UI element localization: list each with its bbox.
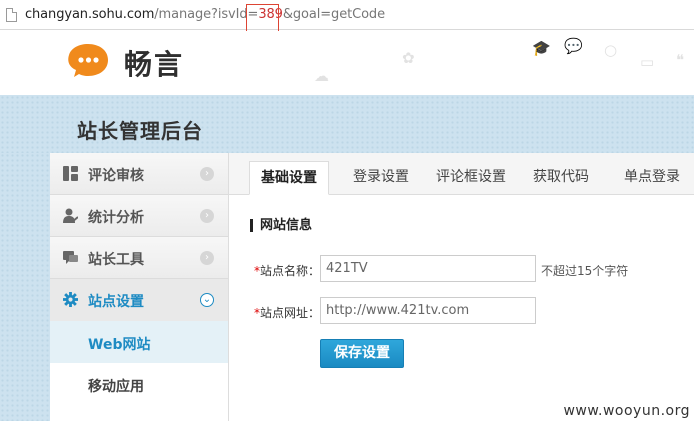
chevron-down-icon: ⌄: [200, 293, 214, 307]
chevron-right-icon: ›: [200, 167, 214, 181]
site-url-label: *站点网址：: [254, 304, 320, 321]
sidebar-item-label: 站长工具: [88, 252, 144, 268]
settings-tabs: 基础设置 登录设置 评论框设置 获取代码 单点登录: [229, 153, 694, 195]
tab-comment-box-settings[interactable]: 评论框设置: [425, 161, 517, 195]
sidebar-item-statistics[interactable]: 统计分析 ›: [50, 195, 228, 237]
site-name-label-text: 站点名称：: [259, 264, 320, 278]
site-url-row: *站点网址：: [229, 297, 694, 325]
save-settings-button[interactable]: 保存设置: [320, 339, 404, 368]
logo-text: 畅言: [124, 48, 185, 81]
flower-doodle-icon: ✿: [402, 49, 415, 67]
site-url-input[interactable]: [320, 297, 536, 324]
quote-doodle-icon: ❝: [676, 51, 685, 69]
chevron-right-icon: ›: [200, 209, 214, 223]
sidebar-subitem-label: 移动应用: [88, 379, 144, 395]
note-doodle-icon: ▭: [640, 53, 655, 71]
site-name-hint: 不超过15个字符: [541, 264, 629, 278]
site-url-label-text: 站点网址：: [259, 306, 320, 320]
sidebar-item-label: 统计分析: [88, 210, 144, 226]
tab-get-code[interactable]: 获取代码: [522, 161, 600, 195]
site-name-input[interactable]: [320, 255, 536, 282]
sidebar-item-label: 站点设置: [88, 294, 144, 310]
main-panel: 基础设置 登录设置 评论框设置 获取代码 单点登录 网站信息 *站点名称： 不超…: [229, 153, 694, 421]
sidebar-subitem-web-site[interactable]: Web网站: [50, 321, 228, 363]
url-path: /manage?isvId=: [154, 7, 259, 22]
user-stats-icon: [63, 208, 78, 223]
sidebar-subitem-mobile-app[interactable]: 移动应用: [50, 363, 228, 405]
gear-icon: [63, 292, 78, 307]
sidebar: 评论审核 › 统计分析 › 站长工具 › 站点设置 ⌄ Web网站 移动应用: [50, 153, 229, 421]
url-host: changyan.sohu.com: [25, 7, 155, 22]
tab-login-settings[interactable]: 登录设置: [342, 161, 420, 195]
sidebar-item-label: 评论审核: [88, 168, 144, 184]
browser-address-bar[interactable]: changyan.sohu.com/manage?isvId=389&goal=…: [0, 0, 694, 30]
sidebar-item-webmaster-tools[interactable]: 站长工具 ›: [50, 237, 228, 279]
url-query: &goal=getCode: [282, 7, 385, 22]
page-icon: [6, 8, 17, 22]
title-banner: 站长管理后台: [0, 95, 694, 153]
chevron-right-icon: ›: [200, 251, 214, 265]
site-header: ☁ ✿ 🎓 💬 ○ ▭ ❝ 畅言: [0, 31, 694, 95]
chat-tools-icon: [63, 251, 78, 264]
speech-doodle-icon: 💬: [564, 37, 583, 55]
site-name-label: *站点名称：: [254, 262, 320, 279]
url-text[interactable]: changyan.sohu.com/manage?isvId=389&goal=…: [25, 7, 385, 22]
bubble-doodle-icon: ○: [604, 41, 618, 59]
site-name-row: *站点名称： 不超过15个字符: [229, 255, 694, 283]
sidebar-item-comment-review[interactable]: 评论审核 ›: [50, 153, 228, 195]
sidebar-filler: [50, 405, 228, 421]
section-title: 网站信息: [250, 219, 312, 232]
watermark: www.wooyun.org: [563, 403, 690, 419]
sidebar-subitem-label: Web网站: [88, 337, 151, 353]
cloud-doodle-icon: ☁: [314, 67, 329, 85]
changyan-logo-icon: [68, 44, 108, 77]
tab-basic-settings[interactable]: 基础设置: [249, 161, 329, 195]
page-title: 站长管理后台: [77, 119, 203, 143]
mortarboard-doodle-icon: 🎓: [532, 39, 551, 57]
grid-icon: [63, 166, 78, 181]
header-doodles: ☁ ✿ 🎓 💬 ○ ▭ ❝: [274, 31, 694, 95]
tab-single-sign-on[interactable]: 单点登录: [613, 161, 691, 195]
sidebar-item-site-settings[interactable]: 站点设置 ⌄: [50, 279, 228, 321]
